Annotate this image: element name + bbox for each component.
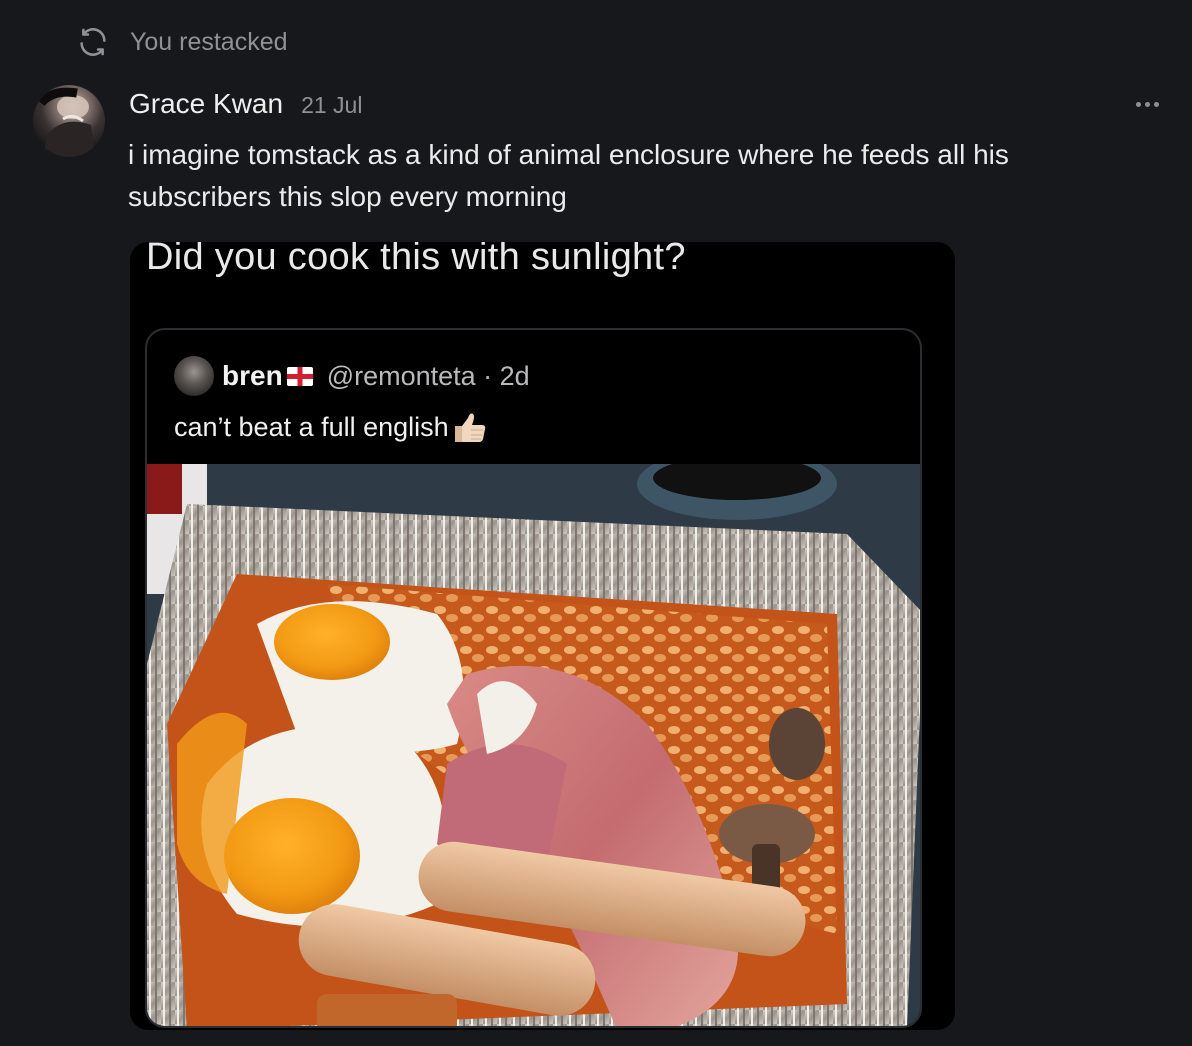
tweet-text: can’t beat a full english — [174, 408, 489, 446]
post-date[interactable]: 21 Jul — [301, 92, 362, 119]
restack-label: You restacked — [130, 27, 288, 56]
more-horizontal-icon — [1135, 101, 1141, 107]
media-card[interactable]: Did you cook this with sunlight? bren @r… — [130, 242, 955, 1030]
tweet-avatar — [174, 356, 214, 396]
tweet-handle-meta: @remonteta · 2d — [326, 360, 530, 391]
author-name[interactable]: Grace Kwan — [129, 88, 283, 120]
restack-indicator: You restacked — [76, 24, 288, 60]
food-photo — [147, 464, 920, 1026]
more-options-button[interactable] — [1130, 92, 1164, 116]
author-avatar[interactable] — [33, 85, 105, 157]
england-flag-icon — [283, 366, 327, 386]
quoted-tweet: bren @remonteta · 2d can’t beat a full e… — [145, 328, 922, 1028]
tweet-text-body: can’t beat a full english — [174, 411, 449, 442]
tweet-header: bren @remonteta · 2d — [174, 356, 530, 396]
post-header: Grace Kwan 21 Jul — [129, 88, 362, 120]
post-body: i imagine tomstack as a kind of animal e… — [128, 139, 1009, 212]
restack-icon — [76, 25, 110, 59]
tweet-author-name: bren — [222, 360, 283, 391]
meme-caption: Did you cook this with sunlight? — [146, 242, 686, 278]
thumbs-up-icon — [449, 408, 489, 446]
